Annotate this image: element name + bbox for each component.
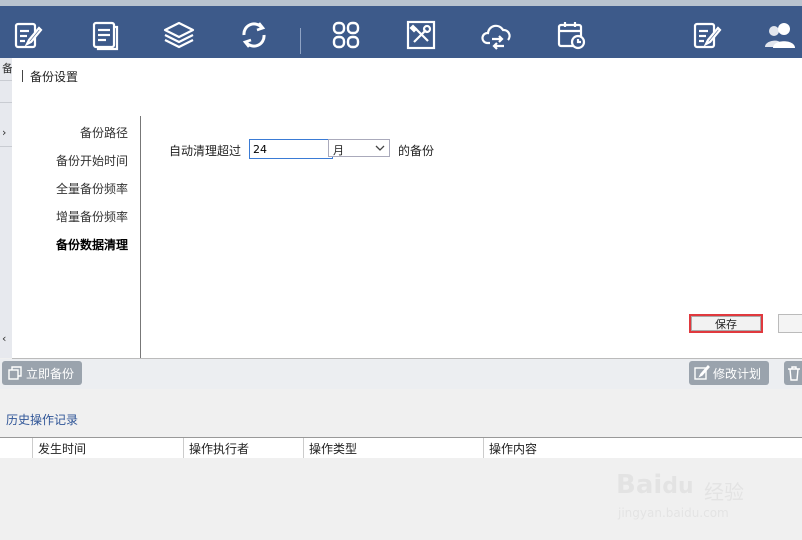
column-separator — [303, 438, 304, 458]
delete-button[interactable] — [784, 361, 802, 385]
nav-item-backup-data-cleanup[interactable]: 备份数据清理 — [56, 236, 128, 253]
main-toolbar — [0, 6, 802, 58]
left-panel-line — [0, 102, 12, 103]
copy-icon — [8, 366, 22, 380]
backup-settings-dialog: 备份设置 备份路径 备份开始时间 全量备份频率 增量备份频率 备份数据清理 自动… — [12, 58, 802, 359]
backup-now-label: 立即备份 — [26, 366, 75, 381]
sync-icon[interactable] — [237, 18, 271, 52]
cloud-sync-icon[interactable] — [480, 18, 514, 52]
left-panel-back-icon[interactable]: ‹ — [2, 332, 6, 345]
modify-plan-button[interactable]: 修改计划 — [689, 361, 769, 385]
nav-item-incremental-backup-frequency[interactable]: 增量备份频率 — [56, 208, 128, 225]
chevron-down-icon — [375, 143, 385, 156]
history-table-body — [0, 458, 802, 540]
edit-list-icon[interactable] — [690, 18, 724, 52]
column-separator — [183, 438, 184, 458]
users-icon[interactable] — [764, 18, 798, 52]
column-header-operation-content[interactable]: 操作内容 — [489, 440, 537, 457]
auto-cleanup-label: 自动清理超过 — [169, 144, 242, 158]
save-button-label: 保存 — [691, 316, 761, 331]
document-icon[interactable] — [88, 18, 122, 52]
save-button[interactable]: 保存 — [689, 314, 763, 333]
left-panel-arrow-icon[interactable]: › — [2, 126, 6, 139]
edit-note-icon[interactable] — [11, 18, 45, 52]
layers-icon[interactable] — [162, 18, 196, 52]
edit-icon — [694, 365, 710, 380]
column-header-operator[interactable]: 操作执行者 — [189, 440, 249, 457]
cleanup-period-input[interactable] — [249, 139, 333, 159]
column-header-operation-type[interactable]: 操作类型 — [309, 440, 357, 457]
column-separator — [483, 438, 484, 458]
history-table-header: 发生时间 操作执行者 操作类型 操作内容 — [0, 437, 802, 459]
nav-item-backup-path[interactable]: 备份路径 — [80, 124, 128, 141]
column-separator — [32, 438, 33, 458]
calendar-clock-icon[interactable] — [555, 18, 589, 52]
left-panel-line — [0, 80, 12, 81]
tools-icon[interactable] — [404, 18, 438, 52]
toolbar-separator — [300, 28, 301, 54]
cleanup-unit-value: 月 — [333, 144, 344, 157]
nav-divider — [140, 116, 141, 358]
column-header-time[interactable]: 发生时间 — [38, 440, 86, 457]
cleanup-suffix-label: 的备份 — [398, 144, 435, 158]
action-bar — [0, 359, 802, 389]
backup-now-button[interactable]: 立即备份 — [2, 361, 82, 385]
modify-plan-label: 修改计划 — [713, 366, 762, 381]
history-section-title: 历史操作记录 — [6, 413, 79, 427]
cancel-button[interactable] — [778, 314, 802, 333]
apps-grid-icon[interactable] — [329, 18, 363, 52]
dialog-title: 备份设置 — [21, 70, 79, 84]
nav-item-full-backup-frequency[interactable]: 全量备份频率 — [56, 180, 128, 197]
left-panel-line — [0, 146, 12, 147]
cleanup-unit-select[interactable]: 月 — [328, 139, 390, 157]
trash-icon — [788, 366, 800, 381]
nav-item-backup-start-time[interactable]: 备份开始时间 — [56, 152, 128, 169]
